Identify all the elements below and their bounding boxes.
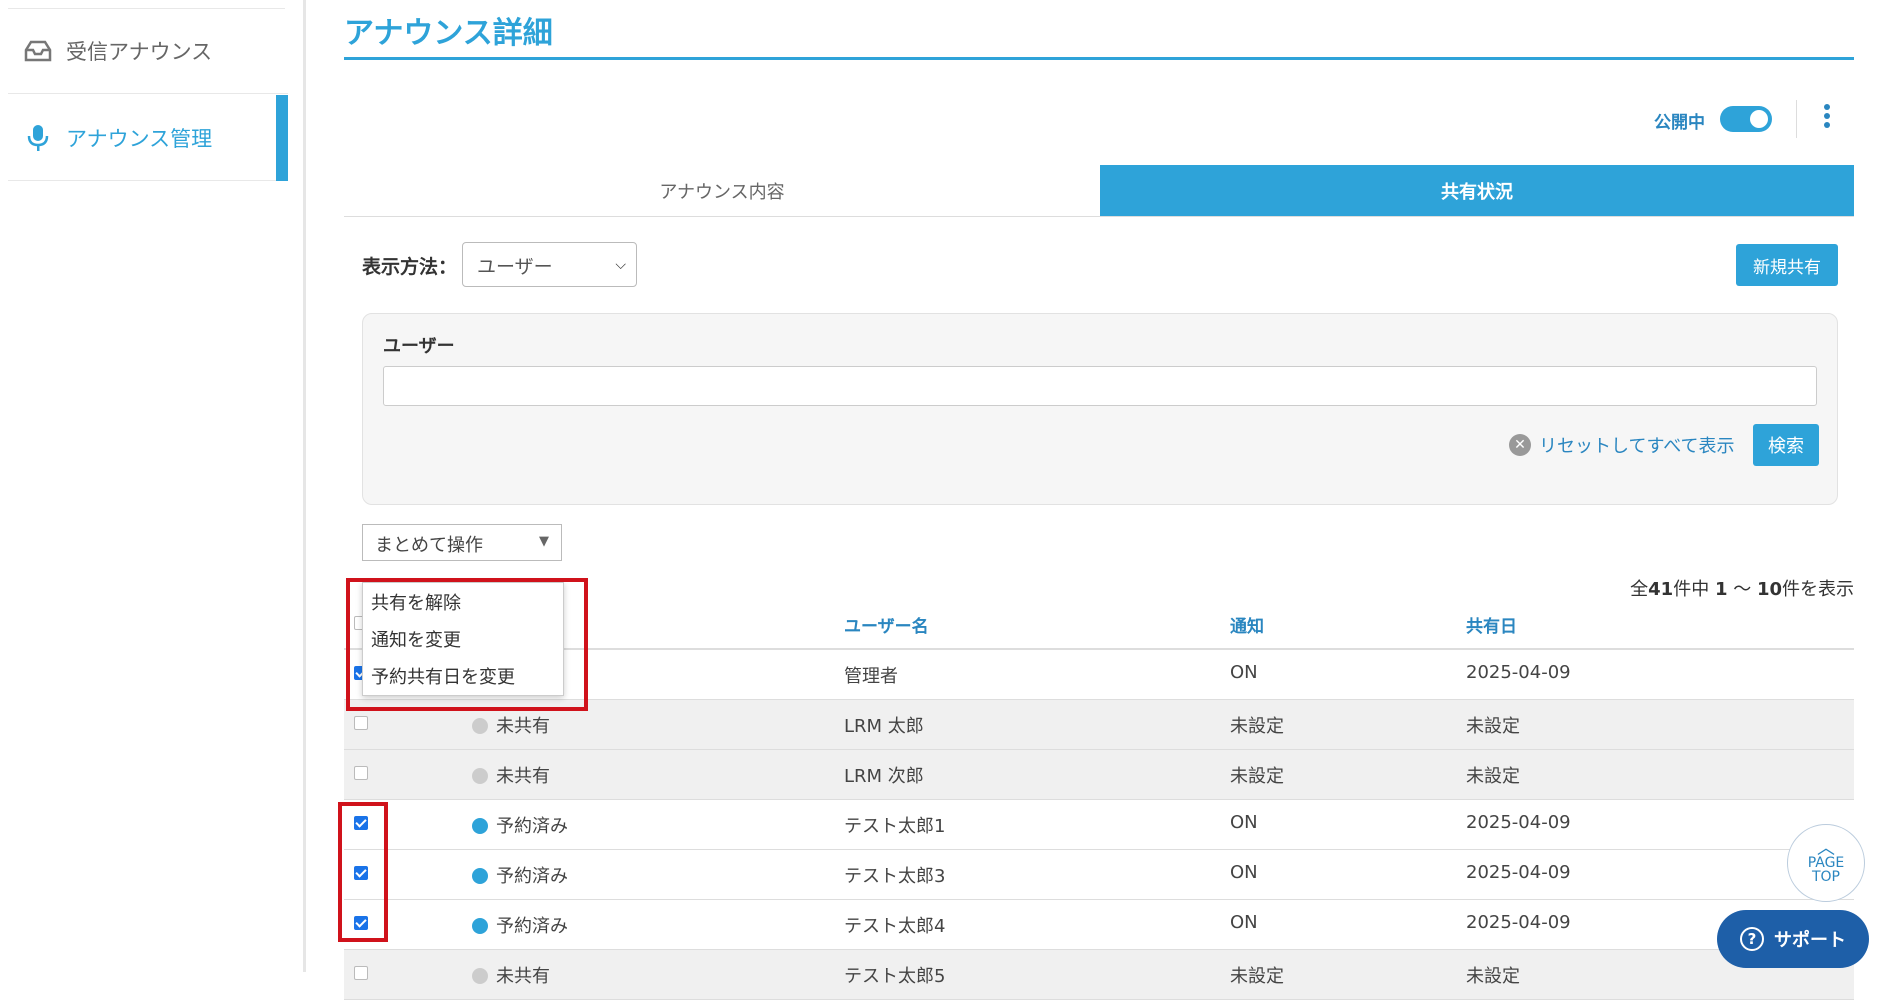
tab-share-status[interactable]: 共有状況 [1100,165,1854,216]
page-top-button[interactable]: ︿ PAGE TOP [1787,824,1865,902]
reset-label: リセットしてすべて表示 [1539,436,1735,457]
title-underline [344,57,1854,60]
reset-link[interactable]: ✕ リセットしてすべて表示 [1509,432,1734,458]
notify-value: ON [1230,862,1258,883]
tab-bar: アナウンス内容 共有状況 [344,165,1854,217]
row-checkbox[interactable] [354,766,368,780]
caret-down-icon: ▼ [539,534,549,549]
column-header-notify[interactable]: 通知 [1230,612,1264,637]
table-row: 予約済み テスト太郎1 ON 2025-04-09 [344,800,1854,850]
result-count: 全41件中 1 ～ 10件を表示 [1630,579,1854,600]
sidebar: 受信アナウンス アナウンス管理 [0,0,306,972]
support-label: サポート [1774,930,1846,951]
status-cell: 未共有 [472,962,550,988]
status-dot [472,768,488,784]
inbox-icon [20,33,56,69]
header-divider [1796,100,1797,138]
highlight-box-menu [346,578,588,711]
display-mode-label: 表示方法： [362,256,458,278]
user-name: テスト太郎3 [844,866,946,887]
filter-panel: ユーザー ✕ リセットしてすべて表示 検索 [362,313,1838,505]
status-cell: 予約済み [472,862,568,888]
user-filter-label: ユーザー [383,336,455,357]
share-date: 未設定 [1466,766,1520,787]
table-row: 未共有 LRM 次郎 未設定 未設定 [344,750,1854,800]
share-date: 未設定 [1466,716,1520,737]
user-name: テスト太郎5 [844,966,946,987]
display-mode-select[interactable]: ユーザー ⌵ [462,242,637,287]
user-name: テスト太郎4 [844,916,946,937]
sidebar-item-announce-manage[interactable]: アナウンス管理 [8,95,288,181]
notify-value: 未設定 [1230,966,1284,987]
share-date: 2025-04-09 [1466,812,1571,833]
user-name: LRM 次郎 [844,766,924,787]
support-button[interactable]: ? サポート [1717,910,1869,968]
bulk-action-label: まとめて操作 [375,535,483,556]
sidebar-item-inbox[interactable]: 受信アナウンス [8,8,288,94]
notify-value: ON [1230,912,1258,933]
status-dot [472,868,488,884]
table-row: 予約済み テスト太郎3 ON 2025-04-09 [344,850,1854,900]
chevron-down-icon: ⌵ [615,257,626,273]
status-cell: 未共有 [472,712,550,738]
bulk-action-select[interactable]: まとめて操作 ▼ [362,524,562,561]
sidebar-item-label: アナウンス管理 [66,126,213,151]
highlight-box-checkboxes [338,802,388,942]
pagetop-label-2: TOP [1811,869,1840,885]
row-checkbox[interactable] [354,716,368,730]
column-header-date[interactable]: 共有日 [1466,612,1517,637]
help-icon: ? [1740,927,1764,951]
user-filter-input[interactable] [383,366,1817,406]
row-checkbox[interactable] [354,966,368,980]
status-cell: 未共有 [472,762,550,788]
share-date: 2025-04-09 [1466,862,1571,883]
status-cell: 予約済み [472,812,568,838]
notify-value: 未設定 [1230,716,1284,737]
share-date: 2025-04-09 [1466,912,1571,933]
table-row: 未共有 テスト太郎5 未設定 未設定 [344,950,1854,1000]
column-header-user[interactable]: ユーザー名 [844,612,929,637]
publish-status-label: 公開中 [1654,113,1705,133]
share-date: 未設定 [1466,966,1520,987]
page-title: アナウンス詳細 [344,16,553,51]
publish-toggle[interactable] [1720,106,1772,132]
clear-icon: ✕ [1509,434,1531,456]
microphone-icon [20,120,56,156]
status-dot [472,968,488,984]
chevron-up-icon: ︿ [1817,838,1835,859]
search-button[interactable]: 検索 [1753,424,1819,466]
notify-value: ON [1230,812,1258,833]
table-row: 予約済み テスト太郎4 ON 2025-04-09 [344,900,1854,950]
new-share-button[interactable]: 新規共有 [1736,244,1838,286]
toggle-knob [1750,110,1768,128]
display-mode-value: ユーザー [477,256,553,278]
status-dot [472,918,488,934]
user-name: LRM 太郎 [844,716,924,737]
user-name: テスト太郎1 [844,816,946,837]
share-date: 2025-04-09 [1466,662,1571,683]
pagetop-label-1: PAGE [1807,855,1845,871]
tab-announce-content[interactable]: アナウンス内容 [344,165,1100,216]
status-cell: 予約済み [472,912,568,938]
status-dot [472,718,488,734]
sidebar-item-label: 受信アナウンス [66,39,213,64]
user-name: 管理者 [844,666,898,687]
status-dot [472,818,488,834]
notify-value: ON [1230,662,1258,683]
notify-value: 未設定 [1230,766,1284,787]
more-menu-icon[interactable] [1822,104,1832,132]
